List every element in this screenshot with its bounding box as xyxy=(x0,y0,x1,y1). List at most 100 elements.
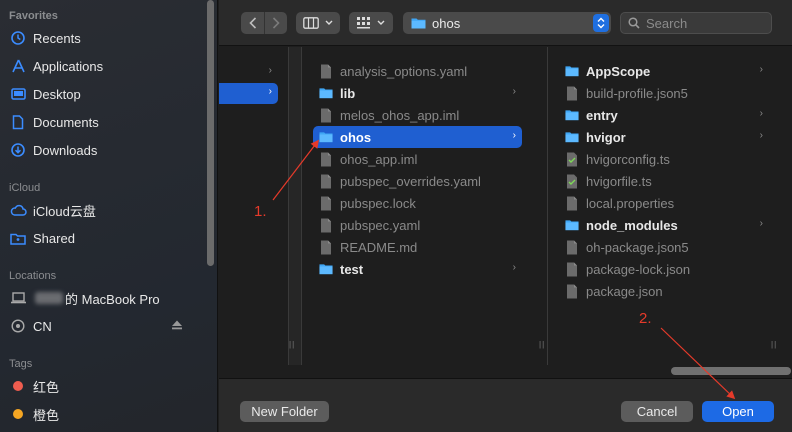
folder-icon xyxy=(565,218,579,233)
sidebar-item-desktop[interactable]: Desktop xyxy=(9,83,199,105)
list-item-label: hvigor xyxy=(586,129,626,145)
list-item[interactable]: lib › xyxy=(313,82,522,104)
list-item-label: hvigorfile.ts xyxy=(586,173,652,189)
new-folder-button[interactable]: New Folder xyxy=(240,401,329,422)
list-item[interactable]: › xyxy=(219,61,278,83)
column-divider[interactable] xyxy=(289,47,302,365)
list-item[interactable]: pubspec_overrides.yaml xyxy=(313,170,522,192)
list-item-selected[interactable]: › xyxy=(219,83,278,104)
search-input[interactable] xyxy=(646,15,766,31)
folder-icon xyxy=(411,17,426,29)
list-item-label: pubspec.yaml xyxy=(340,217,421,233)
folder-icon xyxy=(565,108,579,123)
location-label: ohos xyxy=(432,15,461,31)
list-item[interactable]: pubspec.yaml xyxy=(313,214,522,236)
sidebar-section-icloud: iCloud xyxy=(9,182,41,194)
file-icon xyxy=(319,196,333,211)
view-mode-button[interactable] xyxy=(296,12,340,34)
sidebar-item-label: Recents xyxy=(33,30,81,46)
chevron-right-icon: › xyxy=(512,130,516,141)
sidebar-item-macbook[interactable]: 的 MacBook Pro xyxy=(9,287,199,309)
orange-tag-dot-icon xyxy=(13,409,23,419)
chevron-left-icon xyxy=(248,17,256,29)
file-icon xyxy=(565,284,579,299)
sidebar-item-icloud-drive[interactable]: iCloud云盘 xyxy=(9,199,199,221)
list-item[interactable]: melos_ohos_app.iml xyxy=(313,104,522,126)
list-item[interactable]: node_modules › xyxy=(559,214,769,236)
cancel-button[interactable]: Cancel xyxy=(621,401,693,422)
file-icon xyxy=(319,174,333,189)
sidebar-scrollbar[interactable] xyxy=(207,0,214,266)
list-item[interactable]: README.md xyxy=(313,236,522,258)
file-icon xyxy=(319,218,333,233)
cloud-icon xyxy=(9,202,27,218)
desktop-icon xyxy=(9,86,27,102)
open-button[interactable]: Open xyxy=(702,401,774,422)
list-item[interactable]: ohos_app.iml xyxy=(313,148,522,170)
list-item[interactable]: package.json xyxy=(559,280,769,302)
chevron-right-icon: › xyxy=(268,86,272,97)
sidebar-item-recents[interactable]: Recents xyxy=(9,27,199,49)
column-resize-handle[interactable]: || xyxy=(289,340,295,349)
annotation-step-2: 2. xyxy=(639,310,652,327)
sidebar-item-label: Documents xyxy=(33,114,99,130)
sidebar-item-label: Downloads xyxy=(33,142,98,158)
sidebar-item-downloads[interactable]: Downloads xyxy=(9,139,199,161)
search-field[interactable] xyxy=(620,12,772,34)
list-item[interactable]: AppScope › xyxy=(559,60,769,82)
list-item[interactable]: local.properties xyxy=(559,192,769,214)
list-item[interactable]: hvigorconfig.ts xyxy=(559,148,769,170)
list-item-label: package-lock.json xyxy=(586,261,691,277)
sidebar-item-documents[interactable]: Documents xyxy=(9,111,199,133)
list-item-label: hvigorconfig.ts xyxy=(586,151,670,167)
chevron-right-icon: › xyxy=(759,218,763,229)
list-item-label: ohos xyxy=(340,129,372,145)
sidebar-item-shared[interactable]: Shared xyxy=(9,227,199,249)
list-item[interactable]: hvigorfile.ts xyxy=(559,170,769,192)
script-file-icon xyxy=(565,152,579,167)
folder-icon xyxy=(319,86,333,101)
script-file-icon xyxy=(565,174,579,189)
list-item[interactable]: pubspec.lock xyxy=(313,192,522,214)
sidebar-item-label: 的 MacBook Pro xyxy=(65,291,160,307)
list-item-label: melos_ohos_app.iml xyxy=(340,107,460,123)
horizontal-scrollbar[interactable] xyxy=(671,367,791,375)
sidebar-tag-red[interactable]: 红色 xyxy=(9,375,199,397)
sidebar-tag-orange[interactable]: 橙色 xyxy=(9,403,199,425)
eject-icon[interactable] xyxy=(171,319,185,333)
clock-icon xyxy=(9,30,27,46)
column-resize-handle[interactable]: || xyxy=(771,340,777,349)
location-popup[interactable]: ohos xyxy=(403,12,611,34)
redacted-username xyxy=(35,292,63,304)
file-icon xyxy=(319,108,333,123)
list-item-label: README.md xyxy=(340,239,418,255)
list-item-selected[interactable]: ohos › xyxy=(313,126,522,148)
list-item[interactable]: entry › xyxy=(559,104,769,126)
back-button[interactable] xyxy=(241,12,264,34)
up-down-arrows-icon xyxy=(593,14,609,32)
group-by-button[interactable] xyxy=(349,12,393,34)
search-icon xyxy=(628,17,640,29)
column-project-root[interactable]: || analysis_options.yaml lib › melos_ohos_a… xyxy=(289,47,548,365)
list-item[interactable]: hvigor › xyxy=(559,126,769,148)
list-item[interactable]: test › xyxy=(313,258,522,280)
list-item[interactable]: package-lock.json xyxy=(559,258,769,280)
column-ohos[interactable]: || || AppScope › build-profile.json5 entry ›… xyxy=(539,47,792,365)
list-item-label: lib xyxy=(340,85,356,101)
sidebar-item-label: Desktop xyxy=(33,86,81,102)
red-tag-dot-icon xyxy=(13,381,23,391)
document-icon xyxy=(9,114,27,130)
column-resize-handle[interactable]: || xyxy=(539,340,545,349)
file-icon xyxy=(565,240,579,255)
list-item[interactable]: oh-package.json5 xyxy=(559,236,769,258)
sidebar-item-applications[interactable]: Applications xyxy=(9,55,199,77)
back-forward-control xyxy=(241,12,287,34)
applications-icon xyxy=(9,58,27,74)
list-item-label: node_modules xyxy=(586,217,678,233)
sidebar-item-cn[interactable]: CN xyxy=(9,315,199,337)
list-item[interactable]: analysis_options.yaml xyxy=(313,60,522,82)
forward-button[interactable] xyxy=(264,12,287,34)
list-item[interactable]: build-profile.json5 xyxy=(559,82,769,104)
sidebar-section-tags: Tags xyxy=(9,358,33,370)
sidebar-item-label: 红色 xyxy=(33,379,60,395)
